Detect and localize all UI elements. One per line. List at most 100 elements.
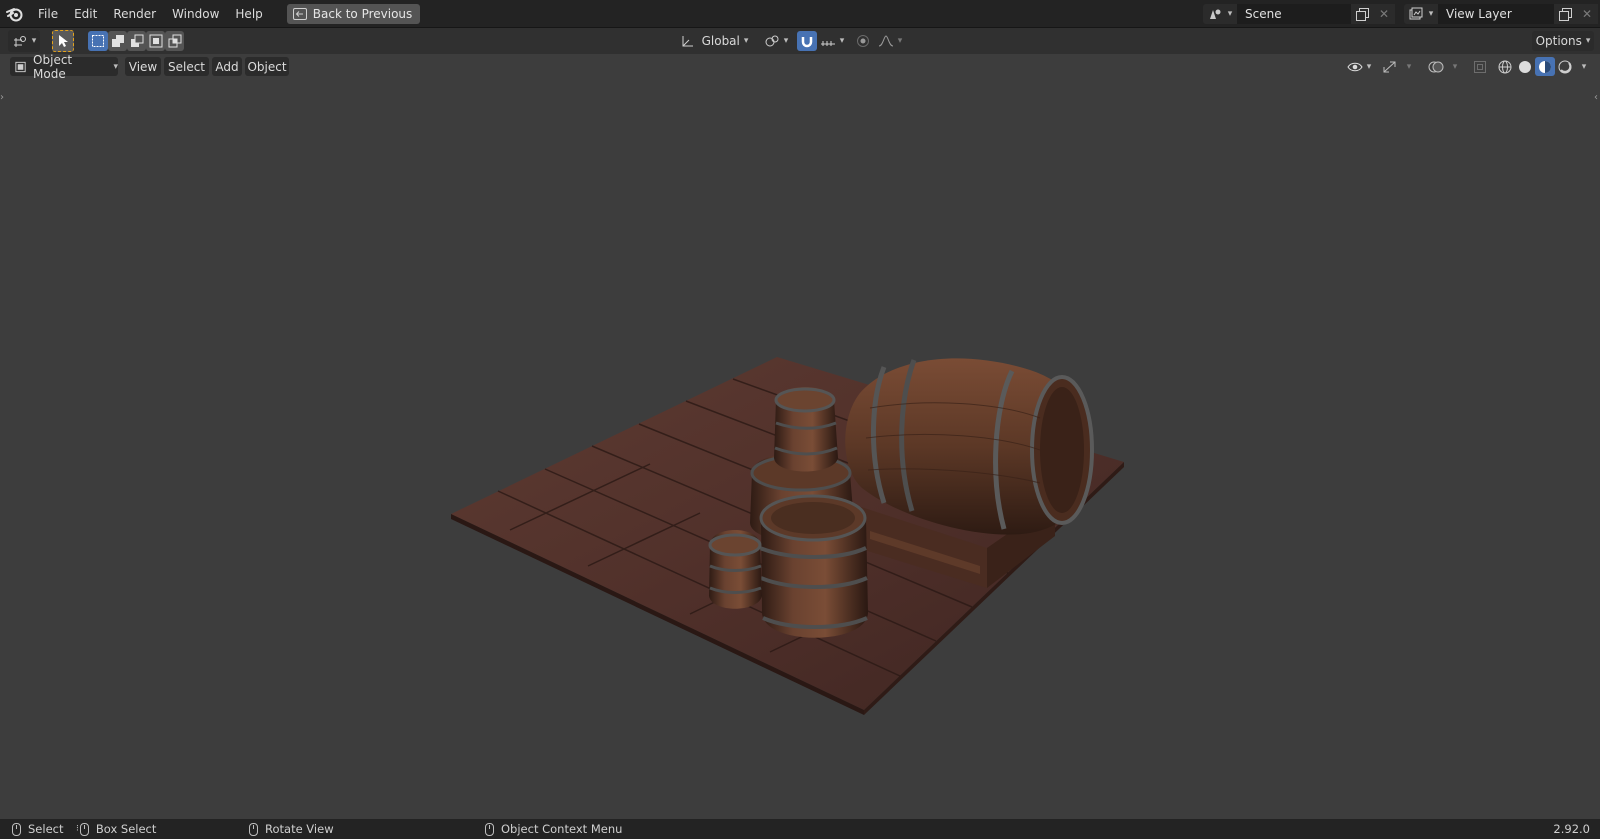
chevron-down-icon: ▾ [1585,36,1591,46]
chevron-down-icon: ▾ [113,61,118,72]
scene-render [451,357,1124,715]
delete-scene-icon[interactable]: ✕ [1373,4,1395,24]
menu-window[interactable]: Window [164,0,227,28]
chevron-down-icon: ▾ [1452,61,1458,72]
status-select-label: Select [28,822,64,836]
snap-target-dropdown[interactable]: ▾ [817,31,847,51]
header-menu-object[interactable]: Object [245,57,289,76]
chevron-down-icon: ▾ [1406,61,1412,72]
box-intersect-icon [168,34,181,48]
pivot-icon [765,35,779,47]
status-rotate-view: Rotate View [249,819,334,839]
material-sphere-icon [1539,60,1551,73]
viewport-header: Object Mode ▾ View Select Add Object ▾ ▾… [0,53,1600,81]
tool-settings-bar: ▾ Global ▾ ▾ ▾ ▾ Options ▾ [0,28,1600,54]
editor-type-button[interactable]: ▾ [8,30,40,52]
interaction-mode-dropdown[interactable]: Object Mode ▾ [10,53,118,81]
overlays-icon [1428,61,1444,72]
show-overlays-button[interactable] [1426,57,1446,76]
gizmo-options-dropdown[interactable]: ▾ [1400,57,1414,76]
options-label: Options [1535,34,1582,48]
mode-intersect-button[interactable] [165,31,184,51]
magnet-icon [801,37,813,48]
eye-icon [1347,62,1363,71]
blender-logo-icon[interactable] [0,0,30,28]
top-bar: File Edit Render Window Help Back to Pre… [0,0,1600,28]
version-label: 2.92.0 [1553,822,1590,836]
3d-viewport[interactable]: › ‹ [0,78,1600,819]
menu-edit[interactable]: Edit [66,0,105,28]
status-context-menu-label: Object Context Menu [501,822,623,836]
object-mode-icon [15,61,26,72]
view-layer-selector: ▾ View Layer ✕ [1404,4,1598,24]
shading-rendered-button[interactable] [1555,57,1575,76]
status-box-select-label: Box Select [95,822,157,836]
proportional-editing-icon [857,35,869,47]
new-scene-icon[interactable] [1351,4,1373,24]
chevron-down-icon: ▾ [1581,61,1587,72]
shading-material-button[interactable] [1535,57,1555,76]
status-bar: Select ⁝ Box Select Rotate View Object C… [0,819,1600,839]
editor-type-icon [13,36,26,47]
view-layer-icon [1409,7,1423,20]
xray-icon [1474,60,1486,73]
orientation-global-icon [682,36,693,47]
proportional-falloff-dropdown[interactable]: ▾ [875,31,905,51]
mode-label: Object Mode [33,52,73,81]
shading-solid-button[interactable] [1515,57,1535,76]
mouse-middle-icon [249,822,258,836]
proportional-editing-button[interactable] [853,31,873,51]
visibility-dropdown[interactable]: ▾ [1343,57,1375,76]
mode-subtract-button[interactable] [127,31,146,51]
box-extend-icon [111,35,124,47]
snap-increment-icon [820,41,835,46]
xray-toggle-button[interactable] [1470,57,1490,76]
shading-options-dropdown[interactable]: ▾ [1575,57,1589,76]
pivot-point-dropdown[interactable]: ▾ [762,31,790,51]
orientation-label: Global [701,34,740,48]
menu-file[interactable]: File [30,0,66,28]
menu-render[interactable]: Render [105,0,164,28]
box-subtract-icon [130,34,143,47]
box-invert-icon [149,34,162,48]
gizmo-icon [1383,61,1396,72]
shading-wireframe-button[interactable] [1495,57,1515,76]
chevron-down-icon: ▾ [839,36,845,46]
scene-browse-button[interactable]: ▾ [1203,4,1237,24]
scene-selector: ▾ Scene ✕ [1203,4,1395,24]
back-to-previous-label: Back to Previous [312,6,413,21]
back-arrow-icon [292,7,307,20]
select-tool-button[interactable] [52,30,74,52]
box-new-icon [92,35,104,47]
snap-toggle-button[interactable] [797,31,817,51]
options-dropdown[interactable]: Options ▾ [1532,31,1594,51]
chevron-down-icon: ▾ [783,36,789,46]
new-view-layer-icon[interactable] [1554,4,1576,24]
status-select: Select [12,819,63,839]
scene-name-field[interactable]: Scene [1237,4,1351,24]
mode-invert-button[interactable] [146,31,165,51]
view-layer-name-field[interactable]: View Layer [1438,4,1554,24]
menu-help[interactable]: Help [227,0,270,28]
show-gizmo-button[interactable] [1380,57,1400,76]
view-layer-browse-button[interactable]: ▾ [1404,4,1438,24]
chevron-down-icon: ▾ [897,36,903,46]
transform-orientation-dropdown[interactable]: Global ▾ [675,31,753,51]
scene-icon [1209,9,1221,19]
mode-set-button[interactable] [88,31,108,51]
status-context-menu: Object Context Menu [485,819,622,839]
chevron-down-icon: ▾ [1366,61,1372,72]
chevron-down-icon: ▾ [1227,9,1233,19]
header-menu-select[interactable]: Select [164,57,209,76]
falloff-curve-icon [878,35,893,47]
wireframe-sphere-icon [1498,60,1512,73]
header-menu-view[interactable]: View [125,57,161,76]
mode-extend-button[interactable] [108,31,127,51]
solid-sphere-icon [1519,60,1531,73]
cursor-icon [59,35,68,47]
delete-view-layer-icon[interactable]: ✕ [1576,4,1598,24]
back-to-previous-button[interactable]: Back to Previous [286,3,421,24]
header-menu-add[interactable]: Add [212,57,242,76]
chevron-down-icon: ▾ [31,36,37,46]
overlay-options-dropdown[interactable]: ▾ [1446,57,1460,76]
